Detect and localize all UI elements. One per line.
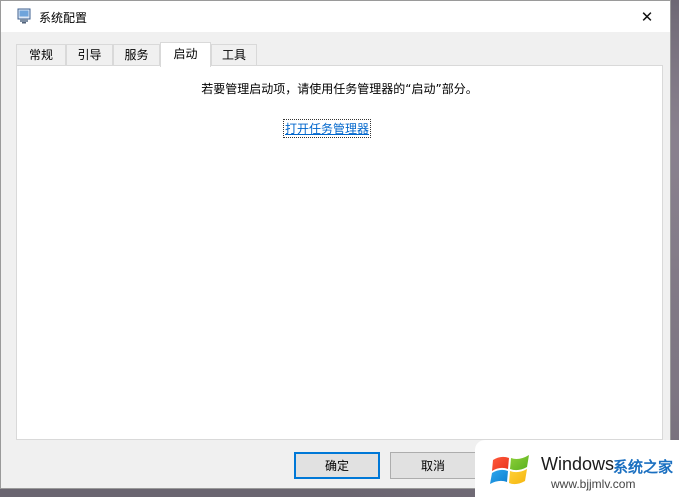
close-button[interactable]: ✕ (624, 1, 670, 32)
window-title: 系统配置 (39, 11, 88, 25)
tab-tools[interactable]: 工具 (211, 44, 257, 66)
startup-tab-panel: 若要管理启动项，请使用任务管理器的“启动”部分。 打开任务管理器 (16, 65, 663, 440)
tab-label: 常规 (28, 48, 53, 62)
windows-logo-icon (490, 455, 529, 485)
startup-instruction-text: 若要管理启动项，请使用任务管理器的“启动”部分。 (201, 82, 478, 96)
cancel-button[interactable]: 取消 (390, 452, 476, 479)
tab-label: 引导 (77, 48, 102, 62)
cancel-button-label: 取消 (420, 459, 445, 473)
tab-label: 服务 (124, 48, 149, 62)
tab-label: 启动 (173, 47, 198, 61)
open-task-manager-link[interactable]: 打开任务管理器 (282, 119, 372, 138)
title-bar[interactable]: 系统配置 ✕ (1, 1, 670, 32)
close-icon: ✕ (640, 7, 654, 26)
system-configuration-window: 系统配置 ✕ 常规 引导 服务 启动 工具 若要管理启动项，请使用任务管理器的“… (0, 0, 671, 489)
watermark-url: www.bjjmlv.com (551, 477, 636, 491)
ok-button-label: 确定 (324, 459, 349, 473)
tab-boot[interactable]: 引导 (66, 44, 113, 66)
ok-button[interactable]: 确定 (294, 452, 380, 479)
tab-services[interactable]: 服务 (113, 44, 160, 66)
msconfig-icon (17, 8, 31, 24)
site-watermark: Windows 系统之家 www.bjjmlv.com (475, 440, 679, 497)
watermark-site-name: 系统之家 (613, 458, 674, 476)
tab-label: 工具 (221, 48, 246, 62)
tab-general[interactable]: 常规 (16, 44, 66, 66)
tab-startup[interactable]: 启动 (160, 42, 211, 67)
watermark-brand: Windows (541, 454, 615, 474)
